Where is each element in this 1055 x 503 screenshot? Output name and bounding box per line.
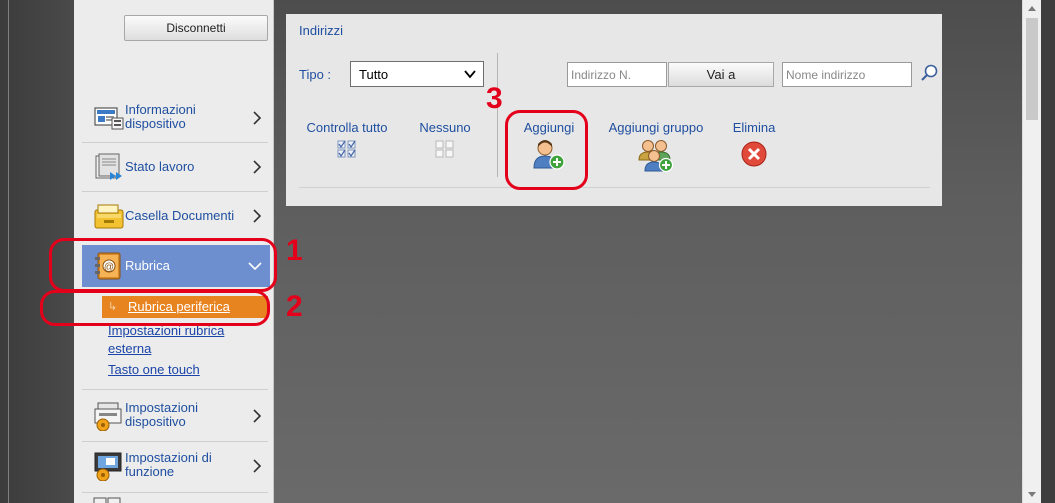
job-status-icon (95, 153, 122, 180)
device-info-icon (94, 107, 124, 130)
panel-title: Indirizzi (299, 23, 344, 38)
annotation-ring-step2 (40, 290, 270, 326)
select-none-icon (435, 140, 454, 158)
scroll-up-button[interactable] (1023, 0, 1041, 16)
sidebar-item-document-box[interactable]: Casella Documenti (82, 196, 270, 236)
device-settings-icon (94, 402, 122, 431)
chevron-right-icon (253, 160, 262, 174)
chevron-right-icon (253, 459, 262, 473)
address-number-input[interactable]: Indirizzo N. (567, 62, 667, 87)
divider (82, 441, 268, 442)
type-select-value: Tutto (359, 66, 389, 82)
divider (299, 187, 930, 188)
chevron-right-icon (253, 209, 262, 223)
divider (82, 389, 268, 390)
address-panel: Indirizzi Tipo : Tutto Indirizzo N. Vai … (286, 14, 942, 206)
sidebar-item-device-settings-label: Impostazioni dispositivo (125, 400, 198, 429)
sidebar-item-function-settings[interactable]: Impostazioni di funzione (82, 446, 270, 486)
submenu-link-one-touch-key[interactable]: Tasto one touch (108, 362, 200, 377)
document-box-icon (94, 204, 124, 229)
select-none-button[interactable]: Nessuno (410, 120, 480, 159)
disconnect-button[interactable]: Disconnetti (124, 15, 268, 41)
delete-label: Elimina (732, 120, 776, 135)
divider (82, 191, 268, 192)
sidebar-item-document-box-label: Casella Documenti (125, 208, 235, 223)
annotation-step1-number: 1 (286, 234, 303, 267)
go-button[interactable]: Vai a (668, 62, 774, 87)
type-select[interactable]: Tutto (350, 61, 484, 87)
chevron-right-icon (253, 111, 262, 125)
add-group-icon (638, 140, 674, 173)
partial-menu-icon (93, 497, 121, 503)
vertical-scrollbar[interactable] (1022, 0, 1041, 503)
sidebar-item-device-info[interactable]: Informazioni dispositivo (82, 98, 270, 138)
type-label: Tipo : (299, 67, 332, 82)
divider (82, 492, 268, 493)
submenu-link-external-address-book-line2[interactable]: esterna (108, 341, 151, 356)
add-group-label: Aggiungi gruppo (608, 120, 704, 135)
annotation-ring-step3 (505, 110, 588, 190)
sidebar-item-device-settings[interactable]: Impostazioni dispositivo (82, 396, 270, 436)
divider (82, 142, 268, 143)
add-group-button[interactable]: Aggiungi gruppo (598, 120, 714, 173)
delete-icon (741, 141, 767, 167)
sidebar-item-job-status[interactable]: Stato lavoro (82, 147, 270, 187)
chevron-down-icon (464, 70, 476, 79)
check-all-label: Controlla tutto (306, 120, 388, 135)
delete-button[interactable]: Elimina (724, 120, 784, 169)
chevron-right-icon (253, 409, 262, 423)
annotation-step2-number: 2 (286, 290, 303, 323)
annotation-ring-step1 (49, 238, 277, 292)
address-name-input[interactable]: Nome indirizzo (782, 62, 912, 87)
select-none-label: Nessuno (419, 120, 471, 135)
sidebar-item-function-settings-label: Impostazioni di funzione (125, 450, 212, 479)
search-icon[interactable] (919, 63, 939, 83)
check-all-button[interactable]: Controlla tutto (299, 120, 395, 159)
annotation-step3-number: 3 (486, 82, 503, 115)
sidebar-item-device-info-label: Informazioni dispositivo (125, 102, 196, 131)
check-all-icon (337, 140, 356, 158)
main-content: Indirizzi Tipo : Tutto Indirizzo N. Vai … (274, 0, 1022, 503)
scrollbar-thumb[interactable] (1026, 18, 1038, 120)
scroll-down-button[interactable] (1023, 487, 1041, 503)
sidebar-item-job-status-label: Stato lavoro (125, 159, 195, 174)
scroll-up-arrow-icon (1028, 6, 1036, 11)
function-settings-icon (94, 452, 122, 481)
web-ui-screenshot: Disconnetti Informazioni dispositivo Sta… (0, 0, 1055, 503)
scroll-down-arrow-icon (1028, 492, 1036, 497)
